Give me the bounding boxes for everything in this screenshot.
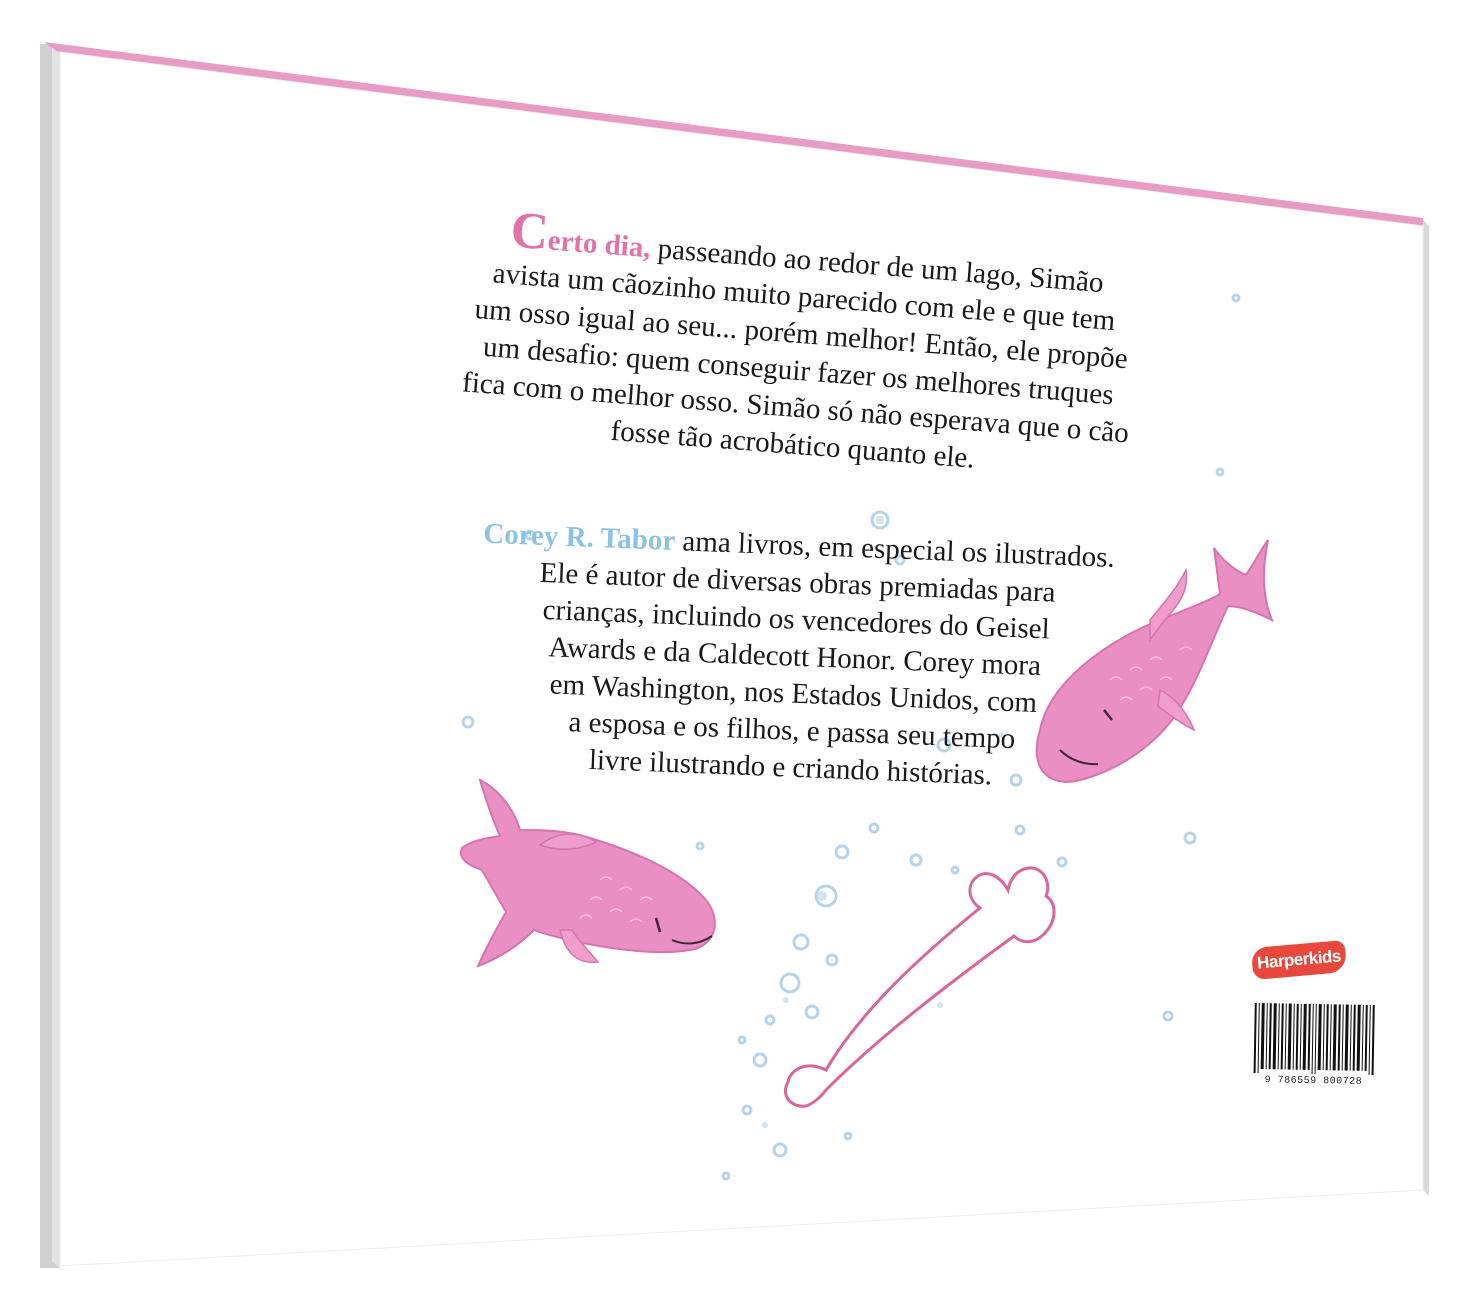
barcode: 9 786559 800728 [1249, 998, 1379, 1100]
book-back-cover: Certo dia, passeando ao redor de um lago… [0, 0, 1466, 1316]
bone-icon [783, 866, 1056, 1108]
barcode-bars-icon [1253, 1002, 1375, 1076]
author-bio: Corey R. Tabor ama livros, em especial o… [430, 514, 1159, 800]
blurb-initial-capital: C [508, 201, 551, 262]
author-name: Corey R. Tabor [482, 517, 676, 558]
blurb-lead-rest: erto dia, [546, 224, 652, 265]
fish-icon [460, 778, 716, 968]
barcode-number: 9 786559 800728 [1264, 1075, 1363, 1088]
